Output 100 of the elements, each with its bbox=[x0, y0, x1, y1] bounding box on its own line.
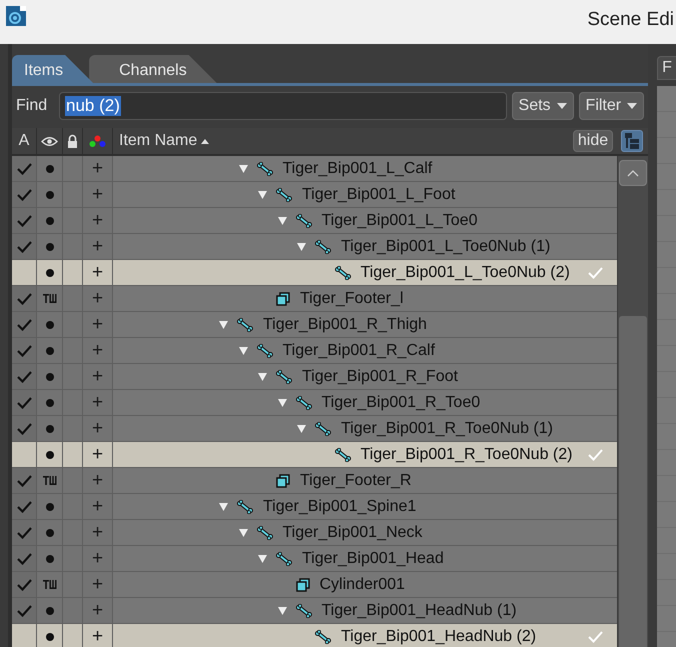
visibility-cell[interactable] bbox=[37, 182, 63, 207]
tab[interactable]: Channels bbox=[89, 55, 217, 83]
visibility-cell[interactable] bbox=[37, 338, 63, 363]
active-cell[interactable] bbox=[12, 312, 37, 337]
scroll-up-button[interactable] bbox=[619, 160, 648, 186]
color-cell[interactable]: + bbox=[83, 546, 113, 571]
lock-cell[interactable] bbox=[63, 234, 83, 259]
expanded-triangle-icon[interactable] bbox=[238, 164, 248, 172]
color-cell[interactable]: + bbox=[83, 234, 113, 259]
dropdown-button[interactable]: Sets bbox=[512, 92, 574, 120]
item-row[interactable]: Tiger_Bip001_R_Toe0 bbox=[113, 390, 618, 415]
visibility-cell[interactable] bbox=[37, 286, 63, 311]
visibility-cell[interactable] bbox=[37, 598, 63, 623]
visibility-cell[interactable] bbox=[37, 468, 63, 493]
expanded-triangle-icon[interactable] bbox=[258, 554, 267, 562]
visibility-cell[interactable] bbox=[37, 546, 63, 571]
expanded-triangle-icon[interactable] bbox=[238, 528, 248, 536]
item-row[interactable]: Tiger_Bip001_Head bbox=[113, 546, 618, 571]
item-row[interactable]: Tiger_Bip001_L_Toe0Nub (1) bbox=[113, 234, 618, 259]
item-row[interactable]: Cylinder001 bbox=[113, 572, 618, 597]
visibility-cell[interactable] bbox=[37, 312, 63, 337]
expanded-triangle-icon[interactable] bbox=[258, 190, 267, 198]
active-cell[interactable] bbox=[12, 364, 37, 389]
lock-cell[interactable] bbox=[63, 624, 83, 647]
active-cell[interactable] bbox=[12, 260, 37, 285]
scroll-thumb[interactable] bbox=[619, 316, 648, 647]
item-row[interactable]: Tiger_Bip001_Neck bbox=[113, 520, 618, 545]
item-row[interactable]: Tiger_Bip001_HeadNub (2) bbox=[113, 624, 618, 647]
eye-icon[interactable] bbox=[41, 136, 58, 146]
active-cell[interactable] bbox=[12, 338, 37, 363]
visibility-cell[interactable] bbox=[37, 260, 63, 285]
color-cell[interactable]: + bbox=[83, 572, 113, 597]
lock-cell[interactable] bbox=[63, 156, 83, 181]
color-cell[interactable]: + bbox=[83, 182, 113, 207]
active-cell[interactable] bbox=[12, 572, 37, 597]
active-cell[interactable] bbox=[12, 286, 37, 311]
active-cell[interactable] bbox=[12, 442, 37, 467]
color-cell[interactable]: + bbox=[83, 338, 113, 363]
item-row[interactable]: Tiger_Bip001_R_Toe0Nub (2) bbox=[113, 442, 618, 467]
item-row[interactable]: Tiger_Bip001_Spine1 bbox=[113, 494, 618, 519]
active-cell[interactable] bbox=[12, 624, 37, 647]
visibility-cell[interactable] bbox=[37, 208, 63, 233]
visibility-cell[interactable] bbox=[37, 364, 63, 389]
active-cell[interactable] bbox=[12, 546, 37, 571]
tab[interactable]: Items bbox=[12, 55, 94, 83]
item-row[interactable]: Tiger_Bip001_R_Thigh bbox=[113, 312, 618, 337]
active-cell[interactable] bbox=[12, 234, 37, 259]
color-cell[interactable]: + bbox=[83, 208, 113, 233]
expanded-triangle-icon[interactable] bbox=[278, 216, 286, 224]
color-cell[interactable]: + bbox=[83, 286, 113, 311]
hide-button[interactable]: hide bbox=[572, 130, 614, 152]
expanded-triangle-icon[interactable] bbox=[278, 398, 286, 406]
item-row[interactable]: Tiger_Footer_R bbox=[113, 468, 618, 493]
visibility-cell[interactable] bbox=[37, 234, 63, 259]
color-cell[interactable]: + bbox=[83, 156, 113, 181]
item-row[interactable]: Tiger_Bip001_R_Foot bbox=[113, 364, 618, 389]
active-cell[interactable] bbox=[12, 468, 37, 493]
visibility-cell[interactable] bbox=[37, 156, 63, 181]
column-header[interactable]: A bbox=[12, 128, 37, 154]
color-cell[interactable]: + bbox=[83, 520, 113, 545]
active-cell[interactable] bbox=[12, 416, 37, 441]
visibility-cell[interactable] bbox=[37, 624, 63, 647]
lock-cell[interactable] bbox=[63, 260, 83, 285]
color-cell[interactable]: + bbox=[83, 260, 113, 285]
find-field[interactable]: nub (2) bbox=[59, 92, 507, 120]
active-cell[interactable] bbox=[12, 182, 37, 207]
name-column-header[interactable]: Item Name bbox=[119, 132, 198, 150]
color-cell[interactable]: + bbox=[83, 416, 113, 441]
color-cell[interactable]: + bbox=[83, 468, 113, 493]
lock-icon[interactable] bbox=[67, 134, 78, 148]
expanded-triangle-icon[interactable] bbox=[219, 320, 228, 328]
color-cell[interactable]: + bbox=[83, 494, 113, 519]
visibility-cell[interactable] bbox=[37, 572, 63, 597]
active-cell[interactable] bbox=[12, 208, 37, 233]
item-row[interactable]: Tiger_Bip001_R_Calf bbox=[113, 338, 618, 363]
visibility-cell[interactable] bbox=[37, 390, 63, 415]
active-cell[interactable] bbox=[12, 494, 37, 519]
lock-cell[interactable] bbox=[63, 468, 83, 493]
dropdown-button[interactable]: Filter bbox=[578, 92, 644, 120]
visibility-cell[interactable] bbox=[37, 494, 63, 519]
item-row[interactable]: Tiger_Bip001_L_Toe0 bbox=[113, 208, 618, 233]
expanded-triangle-icon[interactable] bbox=[278, 606, 286, 614]
active-cell[interactable] bbox=[12, 520, 37, 545]
expanded-triangle-icon[interactable] bbox=[219, 502, 228, 510]
expanded-triangle-icon[interactable] bbox=[238, 346, 248, 354]
active-cell[interactable] bbox=[12, 156, 37, 181]
visibility-cell[interactable] bbox=[37, 520, 63, 545]
item-row[interactable]: Tiger_Bip001_L_Toe0Nub (2) bbox=[113, 260, 618, 285]
item-row[interactable]: Tiger_Bip001_R_Toe0Nub (1) bbox=[113, 416, 618, 441]
color-dots-icon[interactable] bbox=[89, 134, 106, 148]
item-row[interactable]: Tiger_Bip001_L_Calf bbox=[113, 156, 618, 181]
visibility-cell[interactable] bbox=[37, 416, 63, 441]
expanded-triangle-icon[interactable] bbox=[297, 242, 306, 250]
active-cell[interactable] bbox=[12, 598, 37, 623]
visibility-cell[interactable] bbox=[37, 442, 63, 467]
color-cell[interactable]: + bbox=[83, 598, 113, 623]
expanded-triangle-icon[interactable] bbox=[258, 372, 267, 380]
lock-cell[interactable] bbox=[63, 416, 83, 441]
lock-cell[interactable] bbox=[63, 286, 83, 311]
color-cell[interactable]: + bbox=[83, 364, 113, 389]
